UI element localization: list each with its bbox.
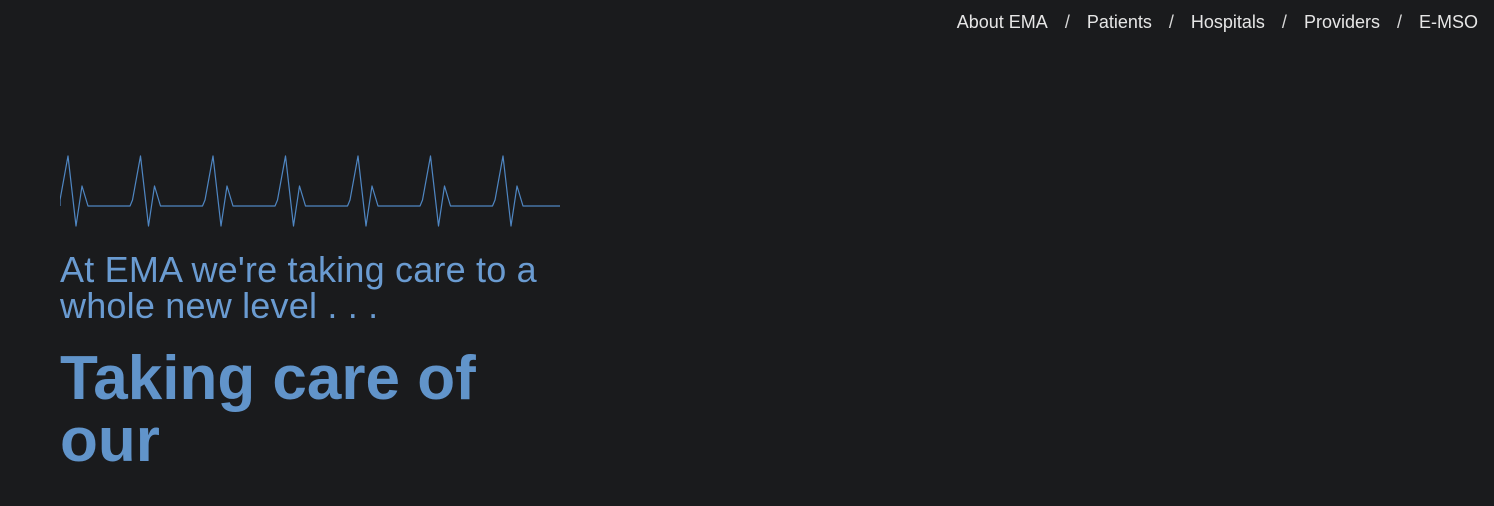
nav-separator: / [1396, 12, 1402, 32]
nav-link-about-ema[interactable]: About EMA [957, 10, 1048, 34]
nav-separator: / [1281, 12, 1287, 32]
nav-link-e-mso[interactable]: E-MSO [1419, 10, 1478, 34]
nav-link-patients[interactable]: Patients [1087, 10, 1152, 34]
hero-tagline: At EMA we're taking care to a whole new … [60, 249, 537, 326]
hero-headline: Taking care of our [60, 344, 476, 475]
nav-link-hospitals[interactable]: Hospitals [1191, 10, 1265, 34]
heartbeat-line-icon [60, 155, 560, 227]
top-navigation: About EMA / Patients / Hospitals / Provi… [957, 10, 1478, 34]
nav-separator: / [1168, 12, 1174, 32]
nav-link-providers[interactable]: Providers [1304, 10, 1380, 34]
hero-section: At EMA we're taking care to a whole new … [60, 150, 580, 472]
nav-separator: / [1064, 12, 1070, 32]
